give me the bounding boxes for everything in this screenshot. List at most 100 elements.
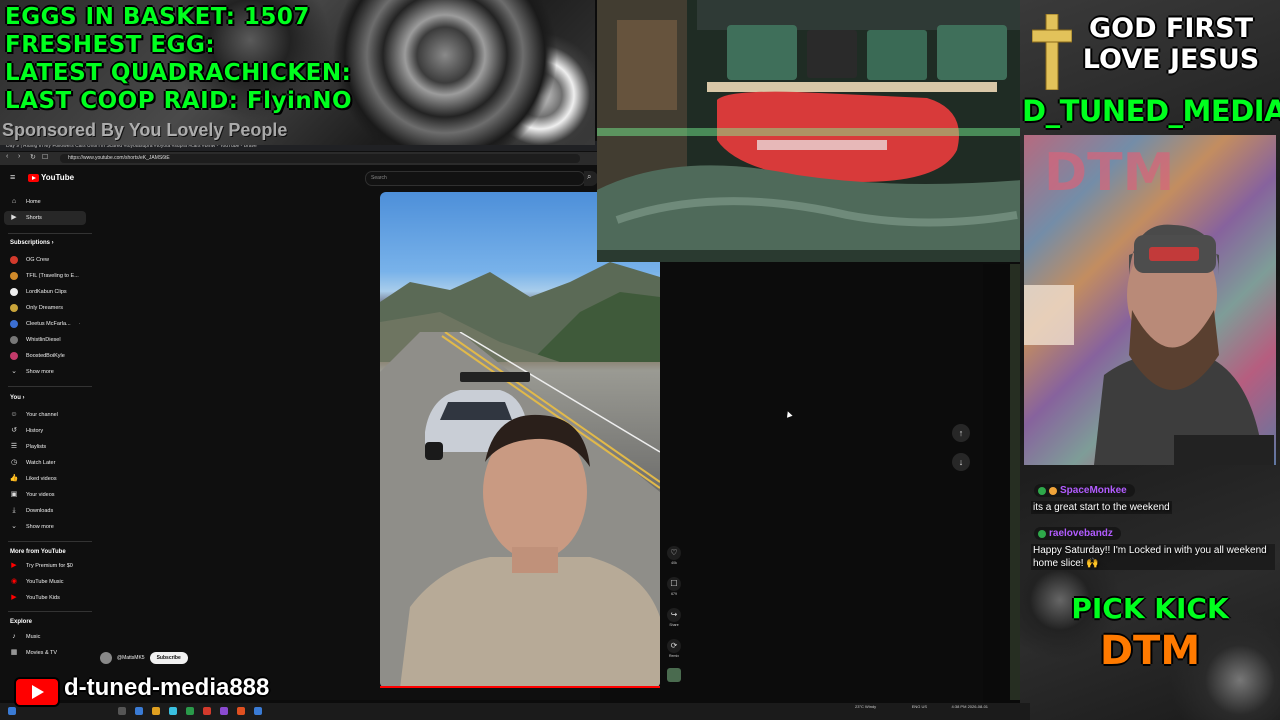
sidebar-item-music[interactable]: ♪ Music [10,630,40,644]
you-show-more[interactable]: ⌄ Show more [10,520,54,534]
search-input[interactable]: Search [365,171,585,186]
youtube-kids-icon: ▶ [11,594,17,601]
cross-icon [1032,14,1072,90]
channel-avatar [10,320,18,328]
overlay-dtm: DTM [1099,628,1201,674]
you-heading[interactable]: You › [10,395,25,401]
verified-badge-icon [1038,486,1046,495]
taskbar-app-icon[interactable] [169,707,177,715]
channel-avatar [10,272,18,280]
channel-avatar[interactable] [100,652,112,664]
overlay-god-first: GOD FIRST [1088,13,1254,44]
previous-short-button[interactable]: ↑ [952,424,970,442]
remix-action[interactable]: ⟳ Remix [667,639,681,658]
overlay-brand-name: D_TUNED_MEDIA [1022,94,1280,128]
room-webcam-feed [597,0,1022,262]
taskbar-app-icon[interactable] [237,707,245,715]
video-progress-bar[interactable] [380,686,660,688]
back-icon[interactable]: ‹ [6,153,8,160]
taskbar-app-icon[interactable] [118,707,126,715]
bookmark-icon[interactable]: ☐ [42,153,48,161]
sidebar-item-music-app[interactable]: ◉ YouTube Music [10,575,64,589]
youtube-brand-icon [14,677,60,707]
comment-icon: ☐ [667,577,681,591]
verified-badge-icon [1038,529,1046,538]
sidebar-item-your-videos[interactable]: ▣ Your videos [10,488,55,502]
search-button[interactable]: ⌕ [584,171,598,186]
url-input[interactable]: https://www.youtube.com/shorts/eK_JAMS6t… [60,154,580,163]
taskbar-app-icon[interactable] [254,707,262,715]
explore-heading: Explore [10,619,33,625]
sidebar-divider [8,611,92,612]
sidebar-item-kids[interactable]: ▶ YouTube Kids [10,591,60,605]
taskbar-app-icon[interactable] [203,707,211,715]
overlay-sponsor: Sponsored By You Lovely People [2,120,288,140]
overlay-channel-handle: d-tuned-media888 [64,674,270,701]
sidebar-item-watch-later[interactable]: ◷ Watch Later [10,456,56,470]
taskbar-app-icon[interactable] [152,707,160,715]
sidebar-item-movies[interactable]: ▦ Movies & TV [10,646,57,660]
reload-icon[interactable]: ↻ [30,153,36,161]
sub-badge-icon [1049,486,1057,495]
sound-thumbnail[interactable] [667,668,681,682]
search-icon: ⌕ [587,172,592,181]
stream-overlay-stats: EGGS IN BASKET: 1507 FRESHEST EGG: LATES… [0,0,595,145]
sidebar-item-playlists[interactable]: ☰ Playlists [10,440,46,454]
share-icon: ↪ [667,608,681,622]
home-icon: ⌂ [11,198,17,205]
sidebar-item-shorts[interactable]: ▶ Shorts [10,211,42,225]
menu-icon[interactable]: ≡ [10,172,15,182]
playlists-icon: ☰ [10,443,18,450]
system-tray[interactable]: 23°C Windy ENG US 4:38 PM 2026-08-01 [855,704,988,718]
subscriptions-show-more[interactable]: ⌄ Show more [10,365,54,379]
channel-avatar [10,304,18,312]
streamer-scene: DTM [1024,135,1276,465]
mouse-cursor-icon: ▲ [782,407,796,422]
taskbar-app-icon[interactable] [220,707,228,715]
subscription-item[interactable]: OG Crew [10,253,49,267]
like-action[interactable]: ♡ 40k [667,546,681,565]
history-icon: ↺ [11,427,17,434]
taskbar-app-icon[interactable] [186,707,194,715]
music-icon: ♪ [12,633,16,640]
chat-message: its a great start to the weekend [1031,501,1172,514]
chevron-down-icon: ⌄ [11,523,17,530]
subscribe-button[interactable]: Subscribe [149,652,188,664]
youtube-music-icon: ◉ [10,578,18,585]
comment-action[interactable]: ☐ 679 [667,577,681,596]
sidebar-item-history[interactable]: ↺ History [10,424,43,438]
chat-username[interactable]: raelovebandz [1034,527,1121,540]
clock-text: 4:38 PM [951,704,967,709]
subscription-item[interactable]: WhistlinDiesel [10,333,61,347]
scrollbar[interactable] [1010,264,1020,700]
taskbar-app-icon[interactable] [135,707,143,715]
share-action[interactable]: ↪ Share [667,608,681,627]
channel-handle[interactable]: @MattsMK5 [117,655,145,661]
subscription-item[interactable]: LordKabun Clips [10,285,67,299]
next-short-button[interactable]: ↓ [952,453,970,471]
sidebar-item-downloads[interactable]: ⤓ Downloads [10,504,53,518]
weather-text: 23°C Windy [855,704,877,709]
forward-icon[interactable]: › [18,153,20,160]
video-scene-person [400,414,660,688]
shorts-icon: ▶ [11,214,17,221]
start-icon[interactable] [8,707,16,715]
sidebar-item-premium[interactable]: ▶ Try Premium for $0 [10,559,73,573]
sidebar-item-home[interactable]: ⌂ Home [10,195,41,209]
channel-avatar [10,288,18,296]
youtube-logo-text[interactable]: YouTube [41,173,74,182]
subscription-item[interactable]: BoostedBoiKyle [10,349,65,363]
youtube-logo-icon[interactable] [28,174,39,182]
subscription-item[interactable]: Cleetus McFarla... · [10,317,80,331]
like-icon: ♡ [667,546,681,560]
subscription-item[interactable]: Only Dreamers [10,301,63,315]
stream-chat: SpaceMonkee its a great start to the wee… [1028,478,1275,582]
overlay-pick-kick: PICK KICK [1071,592,1229,625]
thumb-up-icon: 👍 [9,475,19,482]
sidebar-item-liked-videos[interactable]: 👍 Liked videos [10,472,57,486]
chat-username[interactable]: SpaceMonkee [1034,484,1135,497]
subscriptions-heading[interactable]: Subscriptions › [10,240,54,246]
sidebar-item-your-channel[interactable]: ☺ Your channel [10,408,58,422]
subscription-item[interactable]: TFIL (Traveling to E... [10,269,79,283]
shorts-video-player[interactable] [380,192,660,688]
